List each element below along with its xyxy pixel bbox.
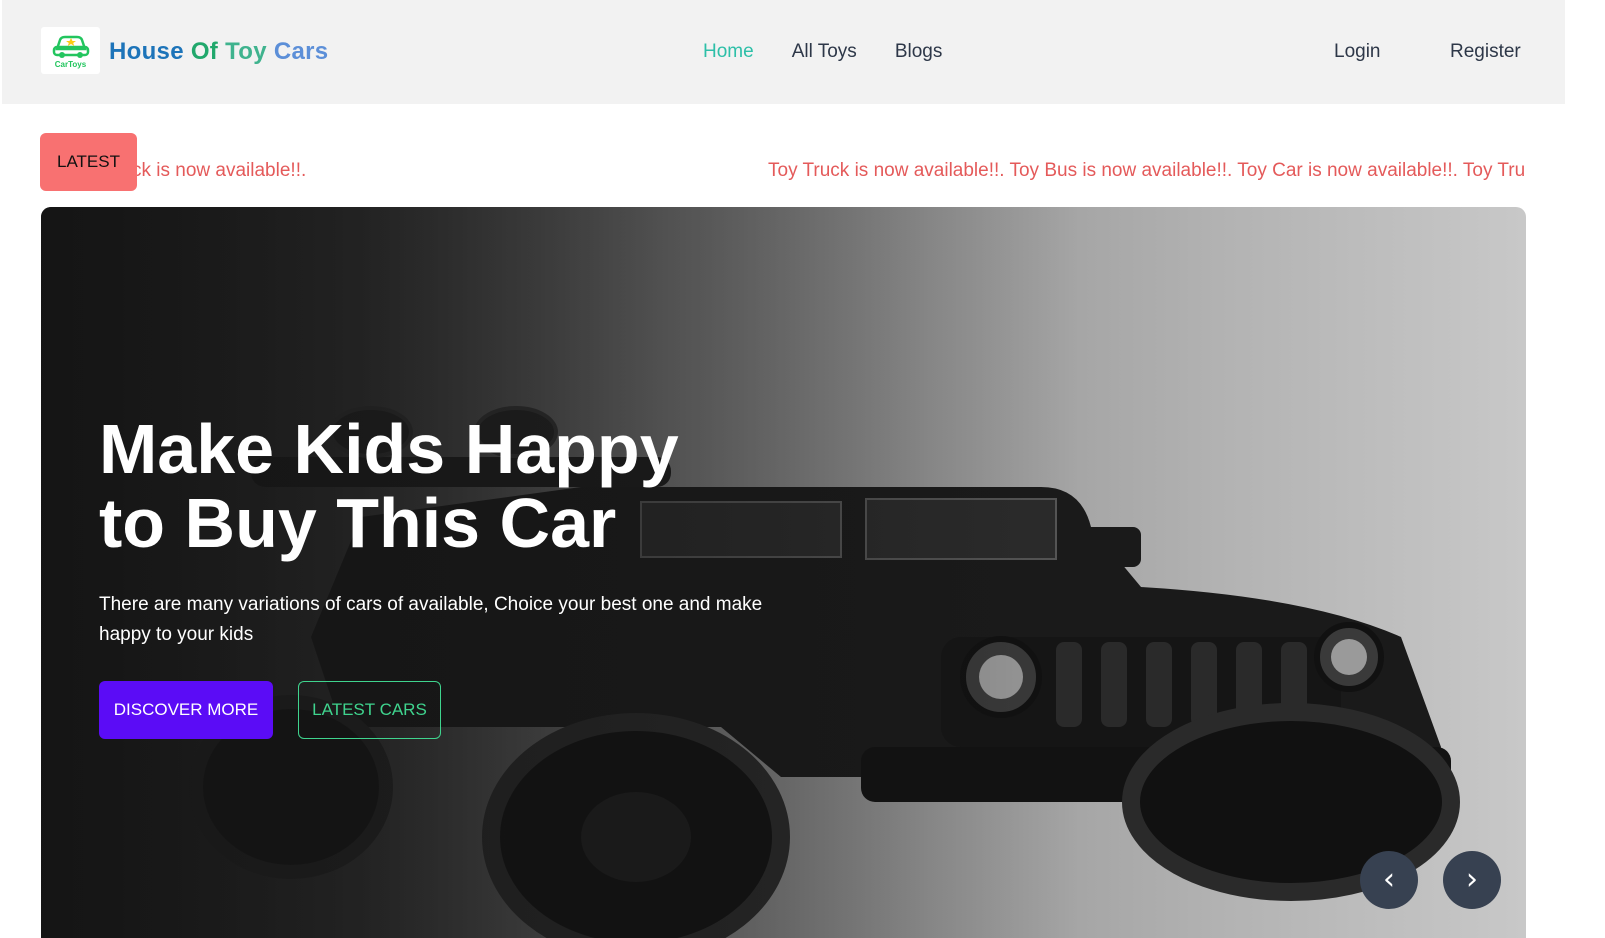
navbar: CarToys House Of Toy Cars Home All Toys …: [2, 0, 1565, 104]
next-slide-button[interactable]: ›: [1443, 851, 1501, 909]
brand-word: Of: [190, 38, 219, 65]
hero-title-line: Make Kids Happy: [99, 410, 679, 488]
brand-word: Cars: [273, 38, 329, 65]
hero-title-line: to Buy This Car: [99, 484, 617, 562]
hero-description: There are many variations of cars of ava…: [99, 594, 763, 645]
nav-home[interactable]: Home: [703, 38, 754, 66]
hero-banner: Make Kids Happy to Buy This Car There ar…: [41, 207, 1526, 938]
ticker-text: Toy Truck is now available!!. Toy Bus is…: [768, 160, 1526, 181]
discover-more-button[interactable]: DISCOVER MORE: [99, 681, 273, 739]
hero-overlay: [41, 207, 1526, 938]
prev-slide-button[interactable]: ‹: [1360, 851, 1418, 909]
nav-blogs[interactable]: Blogs: [895, 38, 943, 66]
nav-all-toys[interactable]: All Toys: [792, 38, 857, 66]
ticker-text: ck is now available!!.: [132, 160, 307, 181]
chevron-left-icon: ‹: [1383, 862, 1395, 897]
logo[interactable]: CarToys: [41, 27, 100, 74]
main-nav: Home All Toys Blogs: [703, 38, 942, 66]
latest-cars-button[interactable]: LATEST CARS: [298, 681, 441, 739]
logo-caption: CarToys: [54, 60, 87, 69]
toy-car-logo-icon: [52, 35, 90, 58]
brand-word: Toy: [225, 38, 267, 65]
register-link[interactable]: Register: [1450, 38, 1521, 66]
login-link[interactable]: Login: [1334, 38, 1381, 66]
brand-name[interactable]: House Of Toy Cars: [109, 36, 328, 68]
brand-word: House: [109, 38, 184, 65]
latest-badge: LATEST: [40, 133, 137, 191]
chevron-right-icon: ›: [1466, 862, 1478, 897]
hero-title: Make Kids Happy to Buy This Car: [99, 412, 799, 560]
news-ticker: LATEST ck is now available!!. Toy Truck …: [40, 133, 1526, 193]
